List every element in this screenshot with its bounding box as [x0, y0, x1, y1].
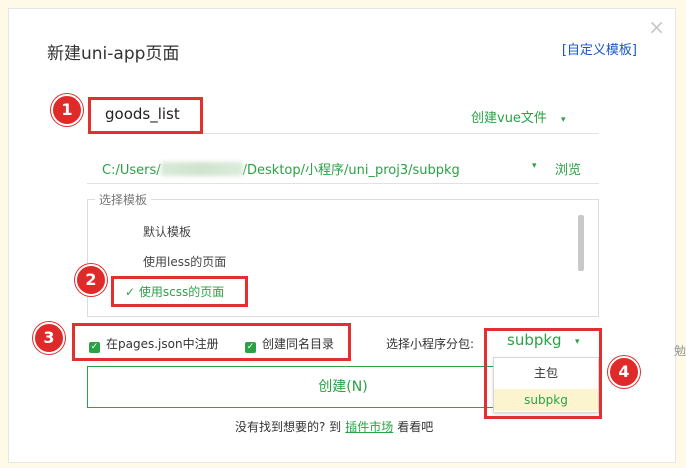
subpackage-label: 选择小程序分包: [386, 337, 475, 351]
annotation-box-4 [484, 328, 602, 419]
create-vue-label: 创建vue文件 [471, 111, 547, 126]
footer-prefix: 没有找到想要的? 到 [235, 420, 342, 434]
annotation-badge-4: 4 [608, 356, 640, 388]
path-field[interactable]: C:/Users/ /Desktop/小程序/uni_proj3/subpkg [102, 159, 460, 178]
close-icon[interactable]: × [648, 17, 665, 37]
template-item-default[interactable]: 默认模板 [143, 223, 191, 240]
path-suffix: /Desktop/小程序/uni_proj3/subpkg [242, 163, 460, 178]
annotation-badge-3: 3 [33, 322, 65, 354]
annotation-box-3 [72, 323, 351, 361]
dialog-title: 新建uni-app页面 [47, 44, 180, 64]
annotation-badge-1: 1 [51, 94, 83, 126]
create-vue-dropdown[interactable]: 创建vue文件 ▾ [471, 107, 565, 126]
path-prefix: C:/Users/ [102, 163, 161, 178]
template-item-less[interactable]: 使用less的页面 [143, 253, 226, 270]
plugin-market-link[interactable]: 插件市场 [345, 420, 393, 434]
footer-text: 没有找到想要的? 到插件市场 看看吧 [235, 418, 433, 435]
browse-button[interactable]: 浏览 [555, 159, 581, 178]
annotation-box-1 [88, 97, 203, 134]
annotation-badge-2: 2 [75, 264, 107, 296]
path-caret-down-icon[interactable]: ▾ [532, 161, 537, 171]
footer-suffix: 看看吧 [397, 420, 434, 434]
annotation-box-2 [111, 276, 248, 307]
background-edge-text: 勉 [673, 344, 686, 358]
caret-down-icon: ▾ [560, 115, 566, 125]
template-legend: 选择模板 [95, 191, 152, 208]
template-scrollbar[interactable] [578, 215, 584, 271]
custom-template-link[interactable]: [自定义模板] [562, 39, 637, 58]
divider [87, 183, 599, 184]
blurred-username [160, 162, 243, 176]
